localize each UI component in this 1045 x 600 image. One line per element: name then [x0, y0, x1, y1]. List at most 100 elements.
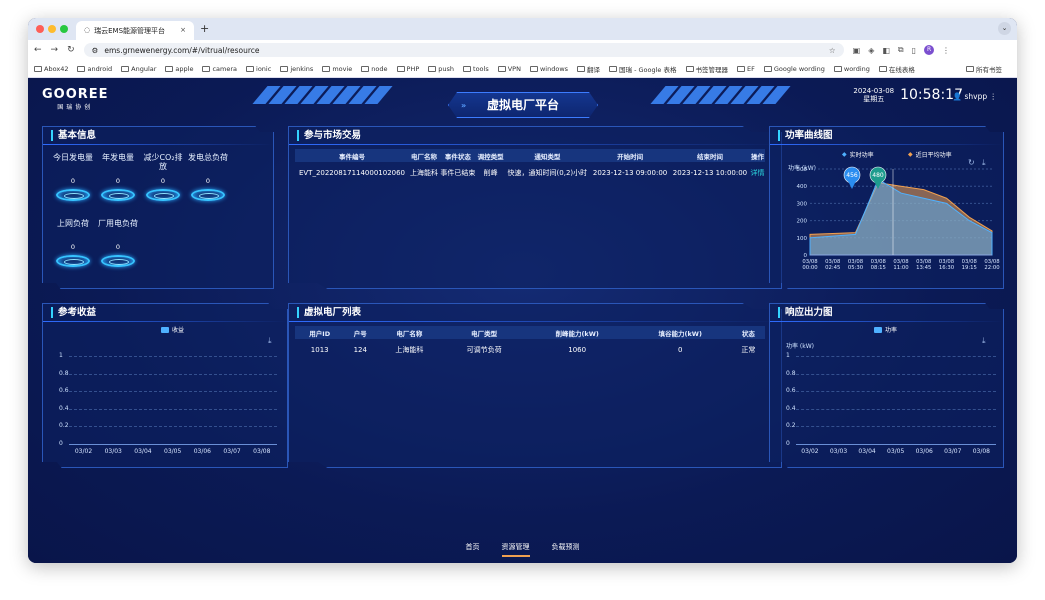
bookmark-item[interactable]: movie — [322, 65, 352, 73]
y-tick-label: 0 — [786, 440, 790, 447]
y-axis-unit: 功率 (kW) — [786, 343, 814, 350]
column-header: 电厂名称 — [409, 149, 439, 162]
y-tick-label: 0.4 — [786, 404, 796, 412]
grid-line — [69, 356, 277, 357]
table-cell: 124 — [353, 346, 367, 354]
tab-search-button[interactable]: ⌄ — [998, 22, 1011, 35]
folder-icon — [833, 65, 842, 72]
all-bookmarks[interactable]: 所有书签 — [966, 64, 1002, 74]
bookmark-item[interactable]: Google wording — [763, 65, 825, 73]
basic-info-panel: 基本信息 今日发电量 0 年发电量 0 减少CO₂排放 0 发电总负荷 0 上网负荷 0 厂用电负荷… — [42, 126, 274, 289]
folder-icon — [77, 65, 86, 72]
bookmark-label: apple — [175, 64, 194, 73]
bubble-pointer — [848, 181, 856, 189]
bookmark-item[interactable]: node — [361, 65, 388, 73]
zoom-window-button[interactable] — [60, 25, 68, 33]
x-tick-label: 03/08 19:15 — [962, 259, 978, 271]
folder-icon — [577, 65, 586, 72]
y-tick-label: 300 — [797, 201, 808, 207]
bookmark-item[interactable]: wording — [833, 65, 870, 73]
bookmark-item[interactable]: Angular — [121, 65, 156, 73]
bookmark-item[interactable]: push — [428, 65, 454, 73]
header-decoration-right — [650, 86, 791, 104]
download-icon[interactable]: ⤓ — [268, 336, 272, 346]
download-icon[interactable]: ⤓ — [982, 336, 986, 346]
stat-ring-icon — [56, 255, 90, 267]
sidebar-icon[interactable]: ▯ — [912, 46, 916, 55]
new-tab-button[interactable]: + — [200, 22, 209, 35]
minimize-window-button[interactable] — [48, 25, 56, 33]
legend-income[interactable]: 收益 — [161, 325, 184, 334]
x-tick-label: 03/05 — [164, 448, 182, 455]
extension-icon[interactable]: ◈ — [868, 46, 874, 55]
nav-home[interactable]: 首页 — [466, 542, 480, 557]
tab-title: 瑞云EMS能源管理平台 — [94, 27, 166, 35]
detail-link[interactable]: 详情 — [750, 162, 765, 184]
y-tick-label: 0.2 — [786, 422, 796, 430]
x-tick-label: 03/08 13:45 — [916, 259, 932, 271]
close-tab-icon[interactable]: × — [180, 26, 186, 35]
bookmark-item[interactable]: ionic — [246, 65, 271, 73]
bookmark-item[interactable]: 书签管理器 — [685, 64, 728, 74]
forward-icon[interactable]: → — [51, 45, 59, 55]
bookmark-item[interactable]: PHP — [396, 65, 419, 73]
tab-icon: ◌ — [84, 26, 91, 34]
page-title-text: 虚拟电厂平台 — [486, 98, 559, 112]
nav-forecast[interactable]: 负载预测 — [552, 542, 580, 557]
column-header: 通知类型 — [505, 149, 591, 162]
market-table: 事件编号 电厂名称 事件状态 调控类型 通知类型 开始时间 结束时间 操作 EVT_202208… — [295, 149, 765, 184]
extension-icon[interactable]: ▣ — [853, 46, 861, 55]
close-window-button[interactable] — [36, 25, 44, 33]
column-header: 结束时间 — [670, 149, 750, 162]
table-cell: 事件已结束 — [440, 169, 476, 177]
back-icon[interactable]: ← — [34, 45, 42, 55]
bookmark-item[interactable]: 国瑞 - Google 表格 — [609, 64, 677, 74]
bookmark-item[interactable]: android — [77, 65, 112, 73]
table-cell: 削峰 — [483, 169, 498, 177]
table-cell: 1060 — [568, 346, 587, 354]
x-tick-label: 03/02 — [74, 448, 93, 455]
legend-power[interactable]: 功率 — [874, 325, 897, 334]
extensions: ▣ ◈ ◧ ⧉ ▯ R ⋮ — [853, 45, 950, 55]
bookmark-star-icon[interactable]: ☆ — [829, 46, 836, 55]
folder-icon — [202, 65, 211, 72]
profile-avatar[interactable]: R — [924, 45, 935, 55]
nav-resource[interactable]: 资源管理 — [501, 542, 530, 557]
bookmark-label: camera — [212, 64, 238, 73]
browser-tab[interactable]: ◌ 瑞云EMS能源管理平台 × — [76, 21, 194, 40]
stat-label: 上网负荷 — [57, 219, 89, 228]
column-header: 事件状态 — [439, 149, 477, 162]
column-header: 操作 — [750, 149, 765, 162]
bookmark-item[interactable]: windows — [529, 65, 568, 73]
bookmark-item[interactable]: jenkins — [280, 65, 313, 73]
folder-icon — [34, 65, 42, 72]
bookmark-item[interactable]: 在线表格 — [878, 64, 915, 74]
stat-ring-icon — [146, 189, 180, 201]
y-tick-label: 500 — [797, 167, 808, 173]
x-tick-label: 03/04 — [134, 448, 152, 455]
bookmark-item[interactable]: VPN — [497, 65, 521, 73]
column-header: 户号 — [344, 326, 376, 339]
user-menu[interactable]: 👤 shvpp ⋮ — [953, 92, 997, 101]
bookmark-item[interactable]: Abox42 — [34, 65, 68, 73]
extension-icon[interactable]: ◧ — [882, 46, 890, 55]
bookmark-item[interactable]: EF — [737, 65, 755, 73]
stat-value: 0 — [160, 177, 166, 185]
bookmark-item[interactable]: camera — [202, 65, 237, 73]
folder-icon — [246, 65, 255, 72]
site-info-icon[interactable]: ⚙ — [92, 46, 99, 55]
column-header: 电厂类型 — [443, 326, 526, 339]
bookmark-item[interactable]: apple — [165, 65, 193, 73]
address-bar[interactable]: ⚙ ems.grnewenergy.com/#/vitrual/resource ☆ — [83, 43, 844, 57]
power-curve-panel: 功率曲线图 ◆ 实时功率 ◆ 近日平均功率 功率 (kW) ↻ ⤓ 500 400 30… — [769, 126, 1004, 289]
bookmark-item[interactable]: 翻译 — [577, 64, 600, 74]
table-cell: 可调节负荷 — [466, 346, 502, 354]
grid-line — [796, 374, 996, 375]
puzzle-icon[interactable]: ⧉ — [898, 45, 904, 55]
reload-icon[interactable]: ↻ — [67, 45, 75, 55]
bookmark-item[interactable]: tools — [463, 65, 489, 73]
bookmark-label: android — [87, 64, 113, 73]
menu-icon[interactable]: ⋮ — [942, 46, 950, 55]
y-tick-label: 0.4 — [59, 404, 69, 412]
grid-line — [69, 391, 277, 392]
